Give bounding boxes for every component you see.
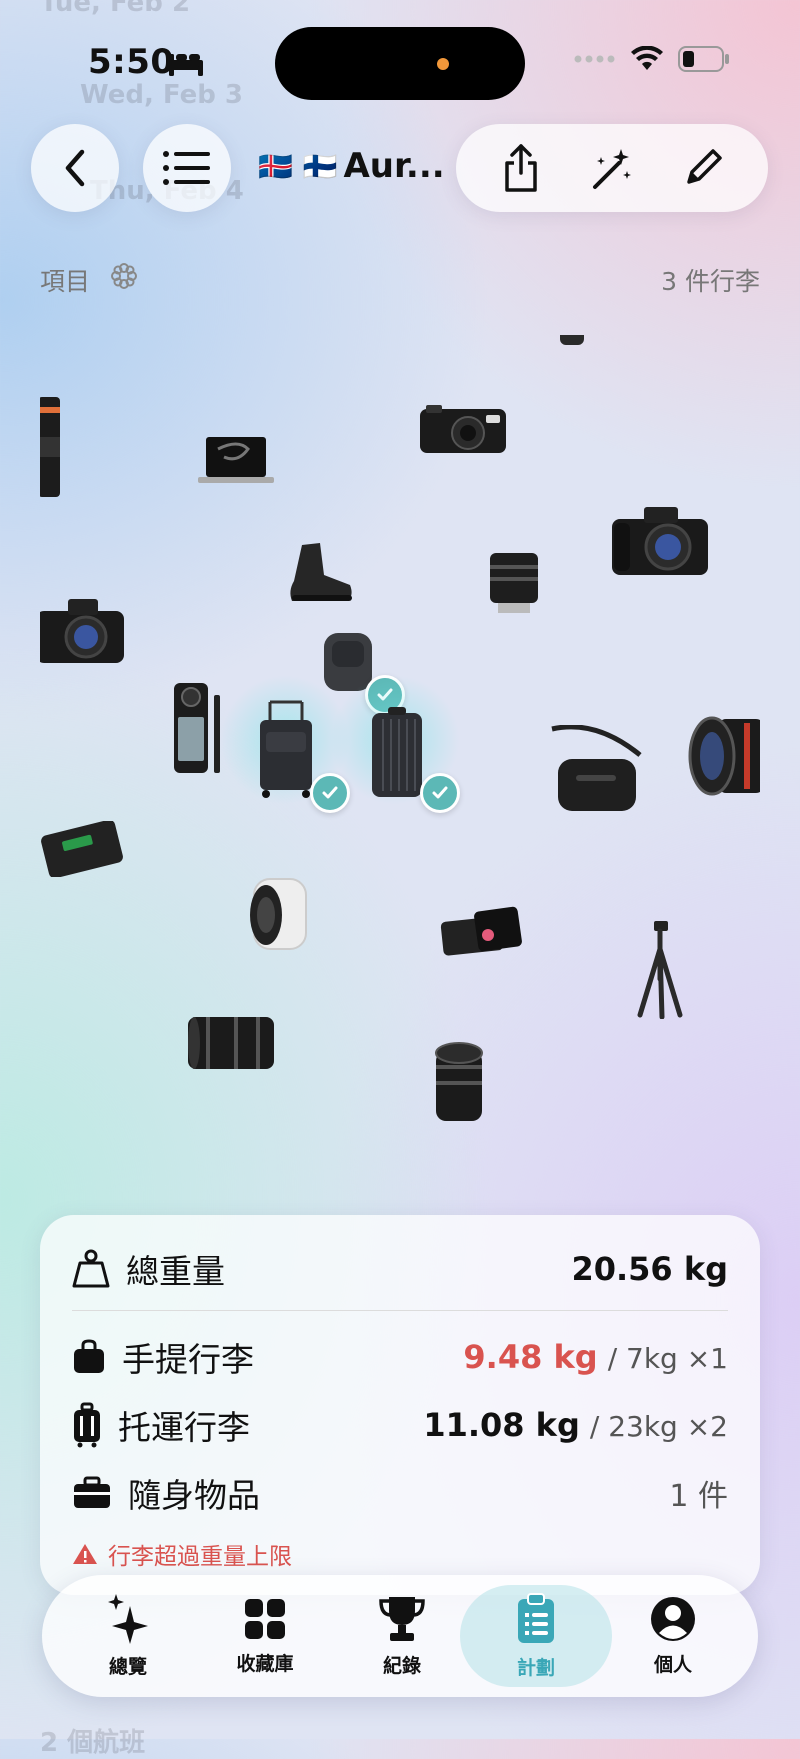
flower-layout-icon[interactable] <box>110 262 138 294</box>
item-manual-lens[interactable] <box>430 1041 488 1125</box>
share-icon <box>505 144 538 192</box>
section-label: 項目 <box>40 267 91 296</box>
personal-items-count: 1 件 <box>669 1479 728 1514</box>
total-weight-row: 總重量 20.56 kg <box>72 1245 728 1293</box>
action-group <box>456 124 768 212</box>
cellular-signal-icon <box>574 55 615 63</box>
item-small-accessory[interactable] <box>558 335 586 355</box>
checked-baggage-label: 托運行李 <box>118 1408 250 1447</box>
tab-bar: 總覽 收藏庫 紀錄 計劃 個人 <box>42 1575 758 1697</box>
personal-items-row[interactable]: 隨身物品 1 件 <box>72 1469 728 1517</box>
privacy-indicator <box>437 58 449 70</box>
weight-warning: 行李超過重量上限 <box>72 1537 292 1571</box>
trip-title-text: Aur... <box>343 146 445 186</box>
back-button[interactable] <box>31 124 119 212</box>
carry-on-limit: / 7kg ×1 <box>607 1342 728 1375</box>
item-camera-lens[interactable] <box>40 397 64 511</box>
checked-baggage-weight: 11.08 kg <box>423 1406 580 1444</box>
magic-wand-icon <box>592 149 631 189</box>
share-button[interactable] <box>493 140 549 196</box>
item-wide-angle-lens[interactable] <box>688 715 760 801</box>
trophy-icon <box>379 1596 425 1641</box>
item-hiking-boot[interactable] <box>286 541 356 609</box>
background-date-row: Wed, Feb 3 <box>80 80 244 110</box>
personal-items-label: 隨身物品 <box>128 1476 260 1515</box>
checked-baggage-limit: / 23kg ×2 <box>589 1410 728 1443</box>
carry-on-weight: 9.48 kg <box>463 1338 598 1376</box>
tab-library[interactable]: 收藏庫 <box>195 1575 335 1697</box>
handbag-icon <box>74 1339 104 1373</box>
sleep-focus-icon <box>168 50 204 80</box>
warning-text: 行李超過重量上限 <box>108 1544 292 1570</box>
item-tripod[interactable] <box>632 919 688 1023</box>
trip-title[interactable]: 🇮🇸 🇫🇮 Aur... <box>258 146 445 186</box>
weight-icon <box>72 1249 110 1288</box>
background-date-row: Tue, Feb 2 <box>40 0 191 18</box>
item-zoom-lens[interactable] <box>186 1011 276 1079</box>
tab-overview[interactable]: 總覽 <box>58 1575 198 1697</box>
warning-icon <box>73 1544 97 1564</box>
item-leica-camera[interactable] <box>418 401 508 461</box>
pencil-icon <box>686 149 722 184</box>
weight-summary-card: 總重量 20.56 kg 手提行李 9.48 kg / 7kg ×1 托運行李 … <box>40 1215 760 1595</box>
item-sling-bag[interactable] <box>546 724 646 821</box>
carry-on-row[interactable]: 手提行李 9.48 kg / 7kg ×1 <box>72 1333 728 1381</box>
clipboard-icon <box>518 1592 554 1643</box>
wifi-icon <box>631 46 663 70</box>
item-leica-lens[interactable] <box>486 551 542 623</box>
edit-button[interactable] <box>675 140 731 196</box>
item-checked-suitcase[interactable] <box>368 705 426 809</box>
list-button[interactable] <box>143 124 231 212</box>
trip-flags: 🇮🇸 🇫🇮 <box>258 149 338 183</box>
tab-profile[interactable]: 個人 <box>603 1575 743 1697</box>
total-weight-label: 總重量 <box>126 1252 225 1291</box>
person-icon <box>651 1596 695 1641</box>
item-carry-on-suitcase[interactable] <box>256 700 316 804</box>
battery-icon <box>678 46 729 72</box>
item-teleconverter[interactable] <box>246 875 312 965</box>
background-flights-row: 2 個航班 <box>40 1728 146 1758</box>
item-macbook[interactable] <box>198 435 274 489</box>
items-canvas <box>40 335 760 1125</box>
checked-baggage-row[interactable]: 托運行李 11.08 kg / 23kg ×2 <box>72 1401 728 1449</box>
item-led-light[interactable] <box>440 905 524 963</box>
item-camera-battery[interactable] <box>40 819 126 881</box>
dynamic-island <box>275 27 525 100</box>
suitcase-icon <box>74 1402 100 1448</box>
list-icon <box>163 151 210 185</box>
carry-on-label: 手提行李 <box>122 1340 254 1379</box>
grid-icon <box>245 1598 285 1639</box>
status-time: 5:50 <box>88 42 175 82</box>
divider <box>72 1310 728 1311</box>
sparkles-icon <box>108 1593 148 1644</box>
checkmark-icon <box>420 773 460 813</box>
total-weight-value: 20.56 kg <box>571 1250 728 1288</box>
luggage-count: 3 件行李 <box>661 267 760 296</box>
magic-wand-button[interactable] <box>584 140 640 196</box>
tab-plan[interactable]: 計劃 <box>460 1585 612 1687</box>
item-sony-camera[interactable] <box>610 505 710 581</box>
chevron-left-icon <box>65 149 85 187</box>
item-sony-camera[interactable] <box>40 597 126 671</box>
tab-records[interactable]: 紀錄 <box>332 1575 472 1697</box>
briefcase-icon <box>74 1476 110 1508</box>
